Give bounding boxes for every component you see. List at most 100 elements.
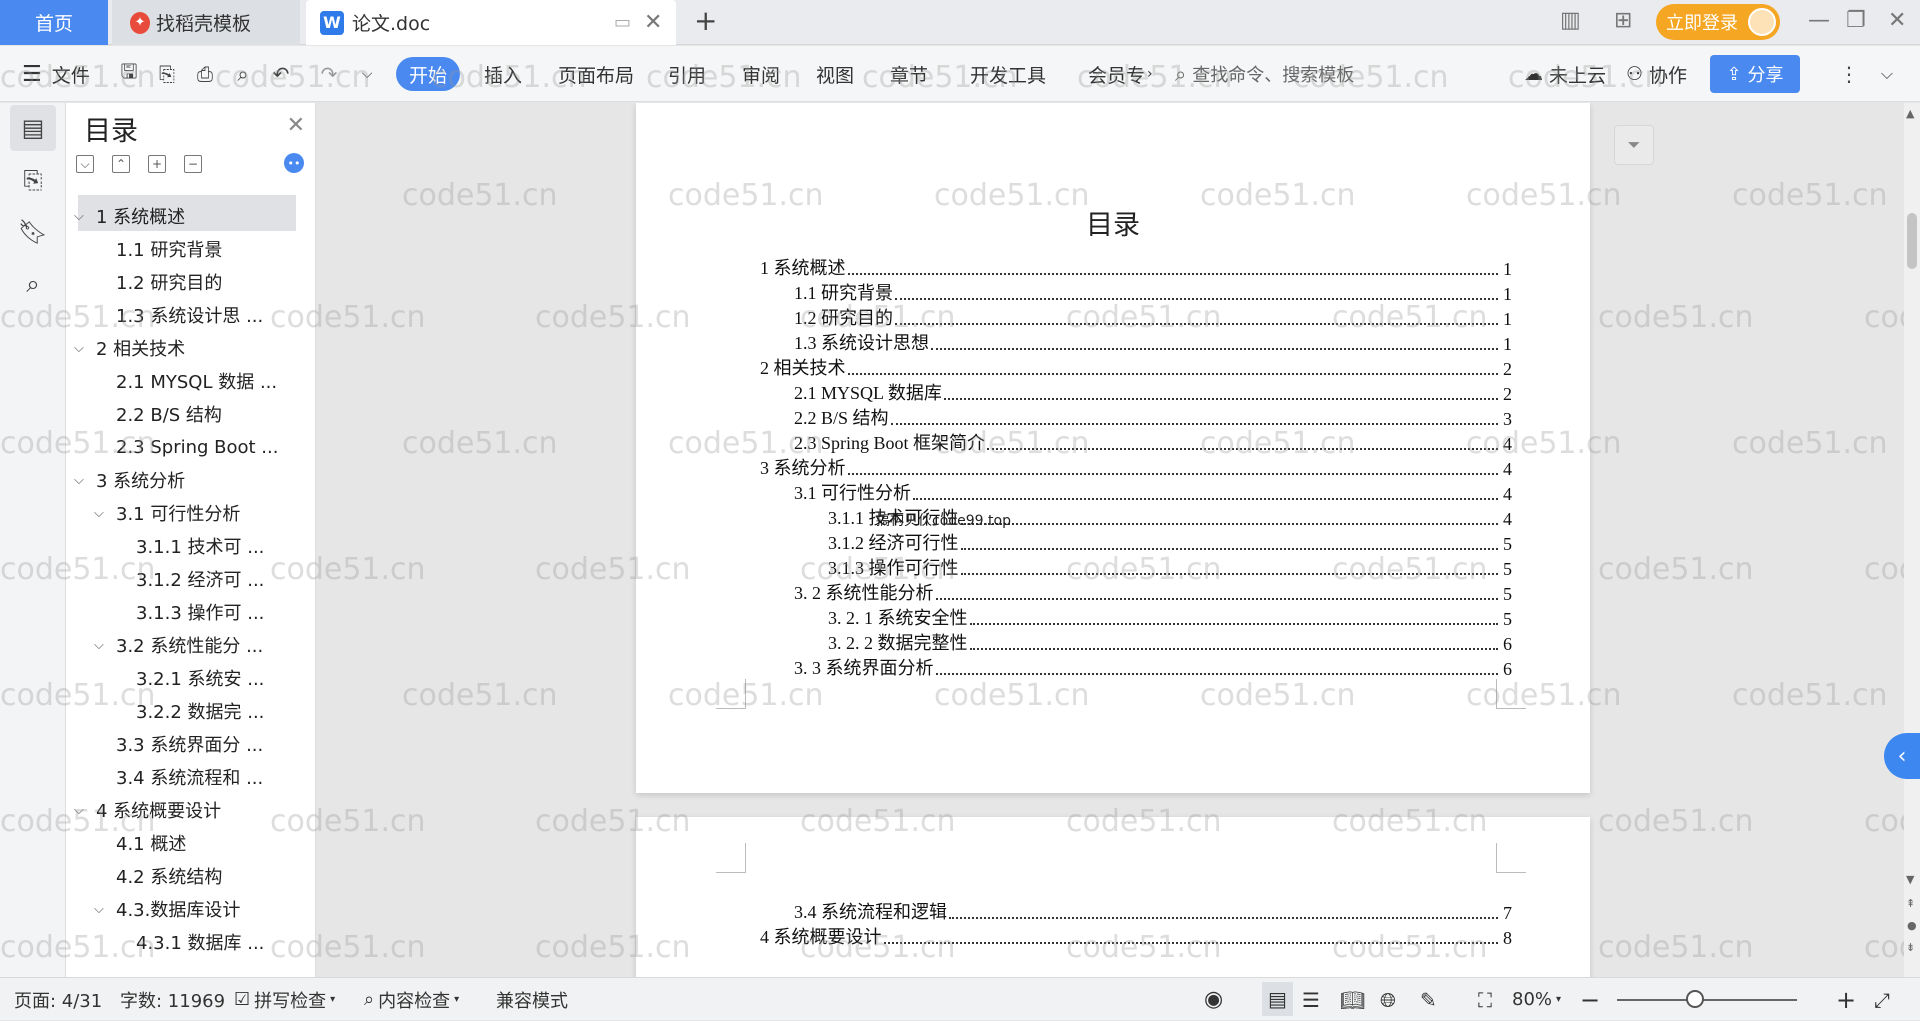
new-tab-button[interactable]: + [694,4,717,37]
chevron-down-icon[interactable]: ⌵ [94,506,108,521]
toc-item[interactable]: 3.1.1 技术可 ... [114,531,264,561]
doc-toc-line[interactable]: 2.2 B/S 结构 3 [794,405,1512,430]
chevron-down-icon[interactable]: ⌵ [74,209,88,224]
doc-toc-line[interactable]: 4 系统概要设计 8 [760,924,1512,949]
chevron-down-icon[interactable]: ⌵ [94,638,108,653]
zoom-out-icon[interactable]: − [1580,978,1600,1021]
collapse-ribbon-icon[interactable]: ⌵ [1874,61,1900,87]
eye-protect-icon[interactable]: ◉ [1204,978,1223,1021]
doc-toc-line[interactable]: 3. 2. 1 系统安全性 5 [828,605,1512,630]
doc-toc-line[interactable]: 1 系统概述 1 [760,255,1512,280]
share-button[interactable]: ⇪ 分享 [1710,55,1800,93]
smart-toc-icon[interactable]: •• [284,153,304,173]
file-menu[interactable]: ☰ 文件 [22,46,90,102]
add-heading-icon[interactable]: + [148,155,166,173]
search-nav-icon[interactable]: ⌕ [10,261,56,307]
zoom-in-icon[interactable]: + [1836,978,1856,1021]
cloud-status[interactable]: ☁ 未上云 [1524,46,1606,102]
undo-icon[interactable]: ↶ [268,61,294,87]
page-view-icon[interactable]: ▤ [1262,982,1293,1016]
toc-item[interactable]: 3.1.3 操作可 ... [114,597,264,627]
tab-reference[interactable]: 引用 [668,46,706,102]
tab-template[interactable]: ✦ 找稻壳模板 [112,0,300,45]
doc-toc-line[interactable]: 3. 2 系统性能分析 5 [794,580,1512,605]
more-dropdown-icon[interactable]: ⌵ [354,61,380,87]
toc-item[interactable]: 3.1.2 经济可 ... [114,564,264,594]
toc-item[interactable]: ⌵ 3.1 可行性分析 [94,498,240,528]
read-mode-icon[interactable]: 📖︎ [1340,978,1365,1021]
login-button[interactable]: 立即登录 [1656,4,1780,40]
document-page-2[interactable]: 3.4 系统流程和逻辑 7 4 系统概要设计 8 [636,817,1590,977]
monitor-icon[interactable]: ▭ [614,12,631,33]
export-icon[interactable]: ⎘ [154,61,180,87]
tab-devtools[interactable]: 开发工具 [970,46,1046,102]
bookmark-icon[interactable]: 🔖︎ [10,209,56,255]
toc-item[interactable]: 3.4 系统流程和 ... [94,762,263,792]
tab-start[interactable]: 开始 [396,57,460,91]
expand-all-icon[interactable]: ⌵ [76,155,94,173]
chevron-down-icon[interactable]: ⌵ [74,341,88,356]
toc-item[interactable]: 3.3 系统界面分 ... [94,729,263,759]
layout-switch-icon[interactable]: ▥ [1560,8,1581,33]
tab-home[interactable]: 首页 [0,0,108,45]
toc-item[interactable]: ⌵ 3.2 系统性能分 ... [94,630,263,660]
tab-review[interactable]: 审阅 [742,46,780,102]
page-count[interactable]: 页面: 4/31 [14,978,102,1021]
remove-heading-icon[interactable]: − [184,155,202,173]
tab-insert[interactable]: 插入 [484,46,522,102]
toc-item[interactable]: 3.2.1 系统安 ... [114,663,264,693]
next-page-icon[interactable]: ⇟ [1906,941,1915,954]
zoom-level[interactable]: 80% ▾ [1512,978,1561,1021]
more-options-icon[interactable]: ⋮ [1836,61,1862,87]
doc-toc-line[interactable]: 3.4 系统流程和逻辑 7 [794,899,1512,924]
toc-item[interactable]: ⌵ 4.3.数据库设计 [94,894,240,924]
window-close-icon[interactable]: ✕ [1888,8,1906,33]
doc-toc-line[interactable]: 3. 2. 2 数据完整性 6 [828,630,1512,655]
tab-document[interactable]: W 论文.doc ▭ ✕ [306,0,676,45]
toc-item[interactable]: 2.3 Spring Boot ... [94,432,278,462]
print-preview-icon[interactable]: ⌕ [230,61,256,87]
toc-item[interactable]: 4.3.1 数据库 ... [114,927,264,957]
select-browse-icon[interactable]: ● [1907,919,1917,932]
doc-toc-line[interactable]: 3. 3 系统界面分析 6 [794,655,1512,680]
toc-item[interactable]: 1.3 系统设计思 ... [94,300,263,330]
toc-item[interactable]: 1.2 研究目的 [94,267,222,297]
word-count[interactable]: 字数: 11969 [120,978,225,1021]
chevron-down-icon[interactable]: ⌵ [74,473,88,488]
close-icon[interactable]: ✕ [287,113,305,138]
toc-item[interactable]: ⌵ 2 相关技术 [74,333,185,363]
toc-item[interactable]: 4.1 概述 [94,828,186,858]
tab-view[interactable]: 视图 [816,46,854,102]
doc-toc-line[interactable]: 1.1 研究背景 1 [794,280,1512,305]
print-icon[interactable]: ⎙ [192,61,218,87]
doc-toc-line[interactable]: 1.3 系统设计思想 1 [794,330,1512,355]
outline-view-icon[interactable]: ☰ [1302,978,1320,1021]
fullscreen-icon[interactable]: ⤢ [1874,978,1890,1021]
zoom-slider-handle[interactable] [1686,990,1704,1008]
prev-page-icon[interactable]: ⇞ [1906,897,1915,910]
toc-item[interactable]: 1.1 研究背景 [94,234,222,264]
doc-toc-line[interactable]: 3 系统分析 4 [760,455,1512,480]
page-dropdown-icon[interactable]: ⏷ [1614,125,1654,165]
close-tab-icon[interactable]: ✕ [644,10,662,35]
toc-item[interactable]: 3.2.2 数据完 ... [114,696,264,726]
collapse-all-icon[interactable]: ⌃ [112,155,130,173]
chevron-down-icon[interactable]: ⌵ [94,902,108,917]
doc-toc-line[interactable]: 2.3 Spring Boot 框架简介 4 [794,430,1512,455]
doc-toc-line[interactable]: 3.1 可行性分析 4 [794,480,1512,505]
scroll-down-icon[interactable]: ▼ [1906,873,1914,886]
toc-nav-icon[interactable]: ▤ [10,105,56,151]
doc-toc-line[interactable]: 2.1 MYSQL 数据库 2 [794,380,1512,405]
doc-toc-line[interactable]: 3.1.3 操作可行性 5 [828,555,1512,580]
collaborate-button[interactable]: ⚇ 协作 [1626,46,1687,102]
tab-member[interactable]: 会员专 › [1088,46,1153,102]
chapter-nav-icon[interactable]: ⎘ [10,157,56,203]
fit-page-icon[interactable]: ⛶ [1478,978,1492,1021]
restore-icon[interactable]: ❐ [1846,8,1866,33]
tab-chapter[interactable]: 章节 [890,46,928,102]
toc-item[interactable]: 2.1 MYSQL 数据 ... [94,366,277,396]
tab-page-layout[interactable]: 页面布局 [558,46,634,102]
toc-item[interactable]: 4.2 系统结构 [94,861,222,891]
apps-grid-icon[interactable]: ⊞ [1614,8,1632,33]
minimize-icon[interactable]: — [1808,8,1830,33]
